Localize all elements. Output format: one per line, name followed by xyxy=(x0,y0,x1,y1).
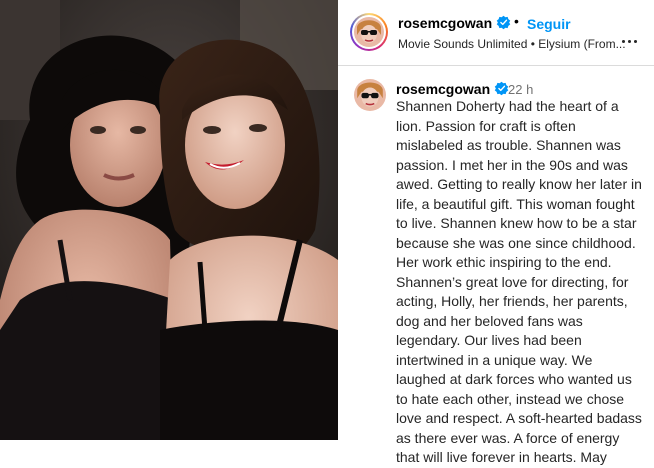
follow-button[interactable]: Seguir xyxy=(527,16,571,32)
post-photo[interactable] xyxy=(0,0,338,440)
verified-badge-icon xyxy=(496,15,511,30)
avatar xyxy=(354,17,384,47)
audio-subtitle[interactable]: Movie Sounds Unlimited • Elysium (From..… xyxy=(398,37,626,51)
comment-timestamp[interactable]: 22 h xyxy=(508,82,533,97)
comment-username-row[interactable]: rosemcgowan xyxy=(396,81,509,97)
caption-comment: rosemcgowan 22 h Shannen Doherty had the… xyxy=(338,66,654,465)
verified-badge-icon xyxy=(494,81,509,96)
caption-text: Shannen Doherty had the heart of a lion.… xyxy=(396,98,642,465)
comment-username[interactable]: rosemcgowan xyxy=(396,81,490,97)
photo-illustration xyxy=(0,0,338,440)
post-header: rosemcgowan • Seguir Movie Sounds Unlimi… xyxy=(338,0,654,66)
separator-dot: • xyxy=(514,13,519,29)
header-username[interactable]: rosemcgowan xyxy=(398,15,492,31)
story-ring-avatar[interactable] xyxy=(350,13,388,51)
comment-avatar[interactable] xyxy=(354,79,386,111)
more-options-icon[interactable] xyxy=(622,30,646,43)
header-username-row[interactable]: rosemcgowan xyxy=(398,15,511,31)
post-side-panel: rosemcgowan • Seguir Movie Sounds Unlimi… xyxy=(338,0,654,465)
